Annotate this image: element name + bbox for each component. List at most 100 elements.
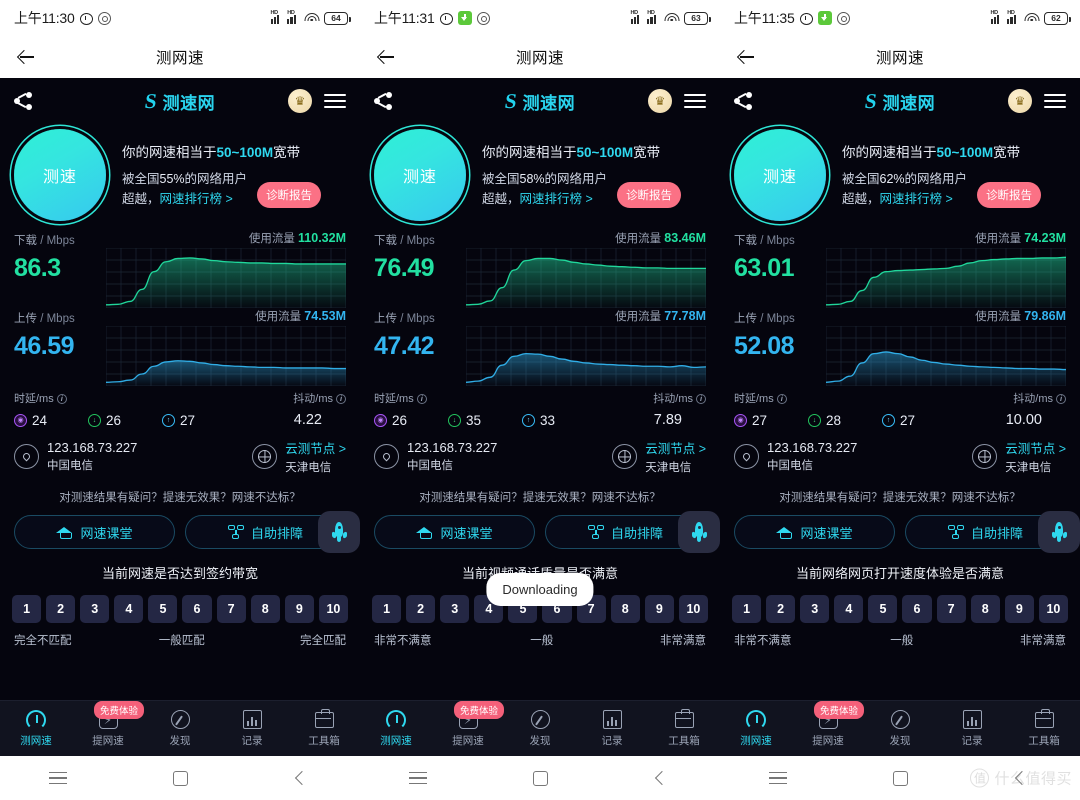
rating-option-4[interactable]: 4 (114, 595, 144, 623)
rocket-boost-fab[interactable] (678, 511, 720, 553)
rating-option-8[interactable]: 8 (250, 595, 280, 623)
node-link[interactable]: 云测节点 > (1005, 438, 1066, 457)
speed-class-button[interactable]: 网速课堂 (374, 515, 535, 549)
used-traffic-download: 使用流量 83.46M (615, 231, 706, 245)
nav-item-发现[interactable]: 发现 (864, 710, 936, 748)
node-info[interactable]: 云测节点 > 天津电信 (612, 438, 706, 475)
info-icon[interactable]: i (336, 393, 346, 404)
info-icon[interactable]: i (696, 393, 706, 404)
nav-item-测网速[interactable]: 测网速 (720, 709, 792, 748)
rating-option-1[interactable]: 1 (372, 595, 402, 623)
diagnostic-report-button[interactable]: 诊断报告 (617, 182, 682, 209)
diagnostic-report-button[interactable]: 诊断报告 (977, 182, 1042, 209)
node-link[interactable]: 云测节点 > (645, 438, 706, 457)
share-icon[interactable] (14, 92, 32, 110)
nav-item-记录[interactable]: 记录 (216, 710, 288, 748)
rating-option-1[interactable]: 1 (732, 595, 762, 623)
crown-badge-icon[interactable]: ♛ (648, 89, 672, 113)
nav-item-发现[interactable]: 发现 (504, 710, 576, 748)
speed-section: 下载 / Mbps 86.3 使用流量 110.32M 上传 / Mbps 46.59 使… (0, 224, 360, 386)
nav-item-记录[interactable]: 记录 (576, 710, 648, 748)
speed-class-button[interactable]: 网速课堂 (734, 515, 895, 549)
rank-link[interactable]: 网速排行榜 > (880, 192, 953, 206)
start-test-dial-button[interactable]: 测速 (14, 129, 106, 221)
start-test-dial-button[interactable]: 测速 (374, 129, 466, 221)
speed-class-button[interactable]: 网速课堂 (14, 515, 175, 549)
nav-item-工具箱[interactable]: 工具箱 (1008, 708, 1080, 748)
nav-item-工具箱[interactable]: 工具箱 (648, 708, 720, 748)
node-link[interactable]: 云测节点 > (285, 438, 346, 457)
rating-option-8[interactable]: 8 (970, 595, 1000, 623)
rating-option-7[interactable]: 7 (936, 595, 966, 623)
back-icon[interactable] (649, 767, 671, 789)
back-arrow-icon[interactable] (376, 47, 396, 67)
share-icon[interactable] (734, 92, 752, 110)
back-icon[interactable] (289, 767, 311, 789)
back-arrow-icon[interactable] (16, 47, 36, 67)
crown-badge-icon[interactable]: ♛ (288, 89, 312, 113)
rating-option-10[interactable]: 10 (318, 595, 348, 623)
rating-option-2[interactable]: 2 (406, 595, 436, 623)
info-icon[interactable]: i (1056, 393, 1066, 404)
jitter-label: 抖动/ms i (653, 390, 706, 406)
wifi-icon (1024, 12, 1039, 24)
globe-icon (252, 444, 278, 469)
rating-option-9[interactable]: 9 (1004, 595, 1034, 623)
latency-down: ↓ 28 (808, 413, 882, 428)
rating-option-6[interactable]: 6 (902, 595, 932, 623)
share-icon[interactable] (374, 92, 392, 110)
home-icon[interactable] (529, 767, 551, 789)
rating-option-5[interactable]: 5 (148, 595, 178, 623)
nav-item-测网速[interactable]: 测网速 (0, 709, 72, 748)
diagnostic-report-button[interactable]: 诊断报告 (257, 182, 322, 209)
rating-option-3[interactable]: 3 (800, 595, 830, 623)
rating-option-1[interactable]: 1 (12, 595, 42, 623)
nav-item-发现[interactable]: 发现 (144, 710, 216, 748)
nav-item-测网速[interactable]: 测网速 (360, 709, 432, 748)
recents-icon[interactable] (769, 767, 791, 789)
rocket-boost-fab[interactable] (318, 511, 360, 553)
node-info[interactable]: 云测节点 > 天津电信 (252, 438, 346, 475)
nav-item-提网速[interactable]: 免费体验 ⚡ 提网速 (792, 700, 865, 748)
nav-item-记录[interactable]: 记录 (936, 710, 1008, 748)
start-test-dial-button[interactable]: 测速 (734, 129, 826, 221)
crown-badge-icon[interactable]: ♛ (1008, 89, 1032, 113)
rating-option-9[interactable]: 9 (644, 595, 674, 623)
menu-hamburger-icon[interactable] (1044, 93, 1066, 109)
home-icon[interactable] (169, 767, 191, 789)
nav-item-工具箱[interactable]: 工具箱 (288, 708, 360, 748)
recents-icon[interactable] (409, 767, 431, 789)
rating-option-5[interactable]: 5 (868, 595, 898, 623)
recents-icon[interactable] (49, 767, 71, 789)
menu-hamburger-icon[interactable] (324, 93, 346, 109)
rating-option-6[interactable]: 6 (182, 595, 212, 623)
app-bottom-nav: 测网速 免费体验 ⚡ 提网速 发现 记录 工具箱 (0, 700, 360, 756)
info-icon[interactable]: i (56, 393, 67, 404)
jitter-value: 10.00 (1005, 412, 1042, 428)
rating-option-10[interactable]: 10 (1038, 595, 1068, 623)
rating-option-2[interactable]: 2 (766, 595, 796, 623)
nav-item-提网速[interactable]: 免费体验 ⚡ 提网速 (72, 700, 145, 748)
rating-option-9[interactable]: 9 (284, 595, 314, 623)
home-icon[interactable] (889, 767, 911, 789)
rating-option-4[interactable]: 4 (834, 595, 864, 623)
info-icon[interactable]: i (416, 393, 427, 404)
menu-hamburger-icon[interactable] (684, 93, 706, 109)
rating-option-3[interactable]: 3 (80, 595, 110, 623)
rating-option-10[interactable]: 10 (678, 595, 708, 623)
info-icon[interactable]: i (776, 393, 787, 404)
self-troubleshoot-label: 自助排障 (250, 525, 303, 541)
downloading-tooltip: Downloading (486, 573, 594, 606)
rating-option-8[interactable]: 8 (610, 595, 640, 623)
rating-section: 当前网络网页打开速度体验是否满意 1 2 3 4 5 6 7 8 9 10 非常不满意 一般 非常满意 (720, 549, 1080, 648)
rating-option-3[interactable]: 3 (440, 595, 470, 623)
rank-link[interactable]: 网速排行榜 > (160, 192, 233, 206)
node-info[interactable]: 云测节点 > 天津电信 (972, 438, 1066, 475)
rocket-boost-fab[interactable] (1038, 511, 1080, 553)
rating-option-2[interactable]: 2 (46, 595, 76, 623)
rank-link[interactable]: 网速排行榜 > (520, 192, 593, 206)
back-arrow-icon[interactable] (736, 47, 756, 67)
rating-option-7[interactable]: 7 (216, 595, 246, 623)
nav-item-提网速[interactable]: 免费体验 ⚡ 提网速 (432, 700, 505, 748)
status-bar: 上午11:30 HD HD 64 (0, 0, 360, 36)
